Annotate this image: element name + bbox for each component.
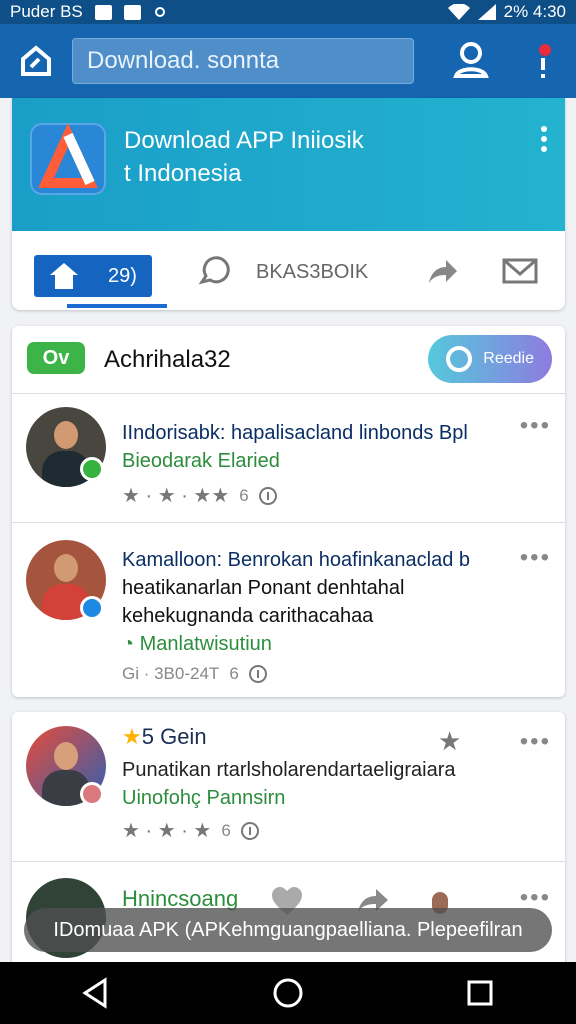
app-logo xyxy=(30,122,106,195)
wifi-icon xyxy=(447,4,470,20)
post-tag: ★5 Gein xyxy=(122,724,207,749)
more-icon[interactable]: ••• xyxy=(520,412,551,440)
post-author: Kamalloon: Benrokan hoafinkanaclad b xyxy=(122,549,471,571)
more-icon[interactable]: ••• xyxy=(520,728,551,756)
status-right: 2% 4:30 xyxy=(447,2,566,22)
card-header: Ov Achrihala32 Reedie xyxy=(12,326,565,394)
home-button[interactable] xyxy=(14,39,58,83)
online-badge-icon xyxy=(80,596,104,620)
app-banner: Download APP Iniiosik t Indonesia xyxy=(12,98,565,231)
post-body: Punatikan rtarlsholarendartaeligraiara xyxy=(122,759,456,781)
tab-label[interactable]: BKAS3BOIK xyxy=(256,261,368,284)
online-badge-icon xyxy=(80,457,104,481)
timestamp: Gi · 3B0-24T xyxy=(122,664,220,683)
info-icon xyxy=(258,486,277,505)
info-icon xyxy=(248,665,267,683)
reply-button[interactable]: Reedie xyxy=(428,335,552,383)
profile-icon[interactable] xyxy=(450,39,492,81)
home-icon xyxy=(50,263,78,289)
star-icon: ★ xyxy=(122,724,142,749)
discussion-card: Ov Achrihala32 Reedie IIndorisabk: hapal… xyxy=(12,326,565,697)
app-bar: Download. sonnta xyxy=(0,24,576,98)
notification-icon xyxy=(123,4,141,20)
post-item[interactable]: ★5 Gein ★ ••• Punatikan rtarlsholarendar… xyxy=(12,712,565,862)
rating-stars: ★ · ★ · ★ xyxy=(122,820,212,842)
post-body: kehekugnanda carithacahaa xyxy=(122,605,374,627)
share-icon[interactable] xyxy=(427,257,459,285)
tab-indicator xyxy=(67,304,167,308)
post-meta: ★ · ★ · ★ 6 xyxy=(122,818,259,843)
reply-count: 6 xyxy=(229,664,239,683)
online-badge-icon xyxy=(80,782,104,806)
app-title: Download APP Iniiosik t Indonesia xyxy=(124,127,364,187)
system-nav-bar xyxy=(0,962,576,1024)
status-bar: Puder BS 2% 4:30 xyxy=(0,0,576,24)
search-icon xyxy=(446,346,472,372)
status-left-text: Puder BS xyxy=(10,2,83,21)
app-header-card: Download APP Iniiosik t Indonesia 29) BK… xyxy=(12,98,565,310)
post-author: IIndorisabk: hapalisacland linbonds Bpl xyxy=(122,422,468,444)
alert-icon[interactable] xyxy=(528,38,558,84)
toast-message: IDomuaa APK (APKehmguangpaelliana. Plepe… xyxy=(24,908,552,952)
post-subtitle: ◔ Manlatwisutiun xyxy=(122,633,272,655)
post-body: heatikanarlan Ponant denhtahal xyxy=(122,577,405,599)
channel-badge: Ov xyxy=(27,342,85,374)
home-circle-icon[interactable] xyxy=(271,976,305,1010)
rating-stars: ★ · ★ · ★★ xyxy=(122,485,230,507)
post-subtitle: Uinofohç Pannsirn xyxy=(122,787,286,809)
tab-home[interactable]: 29) xyxy=(34,255,152,297)
more-menu-icon[interactable] xyxy=(541,126,549,156)
more-icon[interactable]: ••• xyxy=(520,544,551,572)
post-item[interactable]: Kamalloon: Benrokan hoafinkanaclad b hea… xyxy=(12,524,565,696)
channel-name[interactable]: Achrihala32 xyxy=(104,346,231,374)
mail-icon[interactable] xyxy=(502,257,538,285)
post-meta: Gi · 3B0-24T 6 xyxy=(122,664,267,684)
app-tabs: 29) BKAS3BOIK xyxy=(12,231,565,310)
info-icon xyxy=(240,821,259,840)
shield-icon: ◔ xyxy=(122,633,140,655)
post-item[interactable]: IIndorisabk: hapalisacland linbonds Bpl … xyxy=(12,395,565,523)
status-right-text: 2% 4:30 xyxy=(503,2,566,21)
reply-count: 6 xyxy=(239,485,249,505)
post-meta: ★ · ★ · ★★ 6 xyxy=(122,483,277,508)
signal-icon xyxy=(477,4,496,20)
tab-count: 29) xyxy=(108,264,137,287)
notification-icon xyxy=(154,7,165,17)
notification-icon xyxy=(94,4,112,20)
favorite-star-icon[interactable]: ★ xyxy=(438,726,461,757)
home-icon xyxy=(21,45,51,76)
post-subtitle: Bieodarak Elaried xyxy=(122,450,280,472)
recent-apps-icon[interactable] xyxy=(463,976,497,1010)
chat-icon[interactable] xyxy=(198,256,230,288)
reply-count: 6 xyxy=(221,820,231,840)
search-input[interactable]: Download. sonnta xyxy=(72,38,414,84)
back-icon[interactable] xyxy=(79,976,113,1010)
